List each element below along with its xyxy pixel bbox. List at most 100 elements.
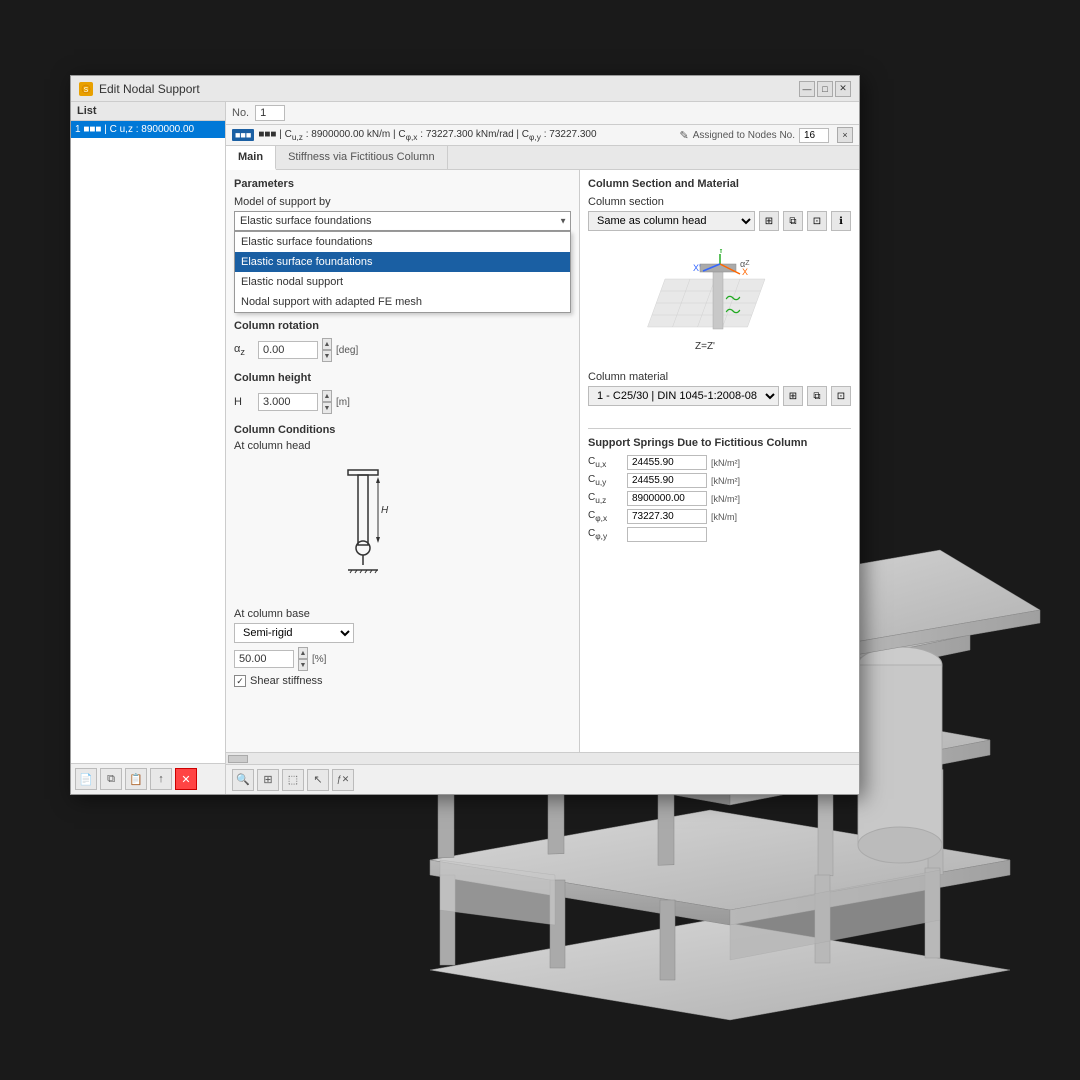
grid-btn[interactable]: ⊞ <box>257 769 279 791</box>
springs-title: Support Springs Due to Fictitious Column <box>588 437 851 449</box>
dialog-title: Edit Nodal Support <box>99 82 793 96</box>
col-section-info-btn[interactable]: ℹ <box>831 211 851 231</box>
column-diagram: H <box>234 460 571 600</box>
pct-unit: [%] <box>312 654 326 665</box>
az-spinner: ▲ ▼ <box>322 338 332 362</box>
func-btn[interactable]: ƒ✕ <box>332 769 354 791</box>
maximize-button[interactable]: □ <box>817 81 833 97</box>
edit-icon[interactable]: ✎ <box>680 129 689 142</box>
list-item[interactable]: 1 ■■■ | C u,z : 8900000.00 <box>71 121 225 138</box>
spring-input-5[interactable] <box>627 527 707 542</box>
coord-diagram-container: 〜 〜 Y X X' Z=Z' αZ <box>588 249 851 359</box>
col-section-label: Column section <box>588 196 851 208</box>
spring-row-3: Cu,z [kN/m²] <box>588 491 851 506</box>
section-close-btn[interactable]: × <box>837 127 853 143</box>
svg-text:H: H <box>381 505 389 516</box>
spring-row-2: Cu,y [kN/m²] <box>588 473 851 488</box>
at-col-head-label: At column head <box>234 440 571 452</box>
main-content-area: Parameters Model of support by Elastic s… <box>226 170 859 752</box>
height-title: Column height <box>234 372 571 384</box>
spring-label-2: Cu,y <box>588 474 623 487</box>
dropdown-popup: Elastic surface foundations Elastic surf… <box>234 231 571 313</box>
H-unit: [m] <box>336 397 350 408</box>
copy-btn[interactable]: ⧉ <box>100 768 122 790</box>
az-input[interactable] <box>258 341 318 359</box>
H-row: H ▲ ▼ [m] <box>234 390 571 414</box>
col-section-title: Column Section and Material <box>588 178 851 190</box>
az-spin-up[interactable]: ▲ <box>322 338 332 350</box>
az-row: αz ▲ ▼ [deg] <box>234 338 571 362</box>
assigned-section: Assigned to Nodes No. <box>693 128 829 143</box>
spring-unit-3: [kN/m²] <box>711 494 740 504</box>
col-section-select[interactable]: Same as column head <box>588 211 755 231</box>
H-label: H <box>234 396 254 408</box>
az-label: αz <box>234 343 254 357</box>
shear-label: Shear stiffness <box>250 675 323 687</box>
dropdown-item-1[interactable]: Elastic surface foundations <box>235 232 570 252</box>
col-base-dropdown[interactable]: Semi-rigid <box>234 623 354 643</box>
list-header: List <box>71 102 225 121</box>
select-btn[interactable]: ⬚ <box>282 769 304 791</box>
dropdown-item-3[interactable]: Elastic nodal support <box>235 272 570 292</box>
col-material-icon-3[interactable]: ⊡ <box>831 386 851 406</box>
bottom-toolbar: 🔍 ⊞ ⬚ ↖ ƒ✕ <box>226 764 859 794</box>
col-section-icon-3[interactable]: ⊡ <box>807 211 827 231</box>
svg-text:S: S <box>84 87 89 94</box>
spring-input-3[interactable] <box>627 491 707 506</box>
zoom-btn[interactable]: 🔍 <box>232 769 254 791</box>
params-title: Parameters <box>234 178 571 190</box>
new-btn[interactable]: 📄 <box>75 768 97 790</box>
delete-btn[interactable]: ✕ <box>175 768 197 790</box>
H-input[interactable] <box>258 393 318 411</box>
spring-input-4[interactable] <box>627 509 707 524</box>
content-panel: No. 1 ■■■ ■■■ | Cu,z : 8900000.00 kN/m |… <box>226 102 859 794</box>
col-material-icon-1[interactable]: ⊞ <box>783 386 803 406</box>
spring-unit-1: [kN/m²] <box>711 458 740 468</box>
model-group: Model of support by Elastic surface foun… <box>234 196 571 231</box>
H-spin-up[interactable]: ▲ <box>322 390 332 402</box>
scroll-thumb[interactable] <box>228 755 248 763</box>
no-input[interactable]: 1 <box>255 105 285 121</box>
H-spin-down[interactable]: ▼ <box>322 402 332 414</box>
col-material-select[interactable]: 1 - C25/30 | DIN 1045-1:2008-08 <box>588 386 779 406</box>
right-diagram-panel: Column Section and Material Column secti… <box>580 170 859 752</box>
spring-row-4: Cφ,x [kN/m] <box>588 509 851 524</box>
tab-stiffness[interactable]: Stiffness via Fictitious Column <box>276 146 448 169</box>
col-material-icon-2[interactable]: ⧉ <box>807 386 827 406</box>
tab-main[interactable]: Main <box>226 146 276 170</box>
at-column-base-group: At column base Semi-rigid ▲ ▼ <box>234 608 571 671</box>
pct-spin-down[interactable]: ▼ <box>298 659 308 671</box>
spring-label-3: Cu,z <box>588 492 623 505</box>
assigned-label: Assigned to Nodes No. <box>693 130 795 141</box>
svg-text:Y: Y <box>718 249 724 255</box>
spring-input-2[interactable] <box>627 473 707 488</box>
paste-btn[interactable]: 📋 <box>125 768 147 790</box>
col-base-pct-input[interactable] <box>234 650 294 668</box>
list-panel: List 1 ■■■ | C u,z : 8900000.00 📄 ⧉ 📋 ↑ … <box>71 102 226 794</box>
col-section-icon-2[interactable]: ⧉ <box>783 211 803 231</box>
shear-checkbox[interactable]: ✓ <box>234 675 246 687</box>
pct-spin-up[interactable]: ▲ <box>298 647 308 659</box>
h-scrollbar[interactable] <box>226 752 859 764</box>
dropdown-item-4[interactable]: Nodal support with adapted FE mesh <box>235 292 570 312</box>
assigned-input[interactable] <box>799 128 829 143</box>
col-section-icon-1[interactable]: ⊞ <box>759 211 779 231</box>
col-section-group: Column Section and Material Column secti… <box>588 178 851 237</box>
spring-input-1[interactable] <box>627 455 707 470</box>
coord-diagram: 〜 〜 Y X X' Z=Z' αZ <box>645 249 795 359</box>
dialog-body: List 1 ■■■ | C u,z : 8900000.00 📄 ⧉ 📋 ↑ … <box>71 102 859 794</box>
left-params-panel: Parameters Model of support by Elastic s… <box>226 170 580 752</box>
col-base-pct-spinner: ▲ ▼ <box>298 647 308 671</box>
az-spin-down[interactable]: ▼ <box>322 350 332 362</box>
dropdown-item-2[interactable]: Elastic surface foundations <box>235 252 570 272</box>
model-dropdown[interactable]: Elastic surface foundations <box>234 211 571 231</box>
move-btn[interactable]: ↑ <box>150 768 172 790</box>
close-button[interactable]: ✕ <box>835 81 851 97</box>
minimize-button[interactable]: — <box>799 81 815 97</box>
spring-label-5: Cφ,y <box>588 528 623 541</box>
H-spinner: ▲ ▼ <box>322 390 332 414</box>
no-bar: No. 1 <box>226 102 859 125</box>
col-material-dropdown-row: 1 - C25/30 | DIN 1045-1:2008-08 ⊞ ⧉ ⊡ <box>588 386 851 406</box>
conditions-title: Column Conditions <box>234 424 571 436</box>
cursor-btn[interactable]: ↖ <box>307 769 329 791</box>
